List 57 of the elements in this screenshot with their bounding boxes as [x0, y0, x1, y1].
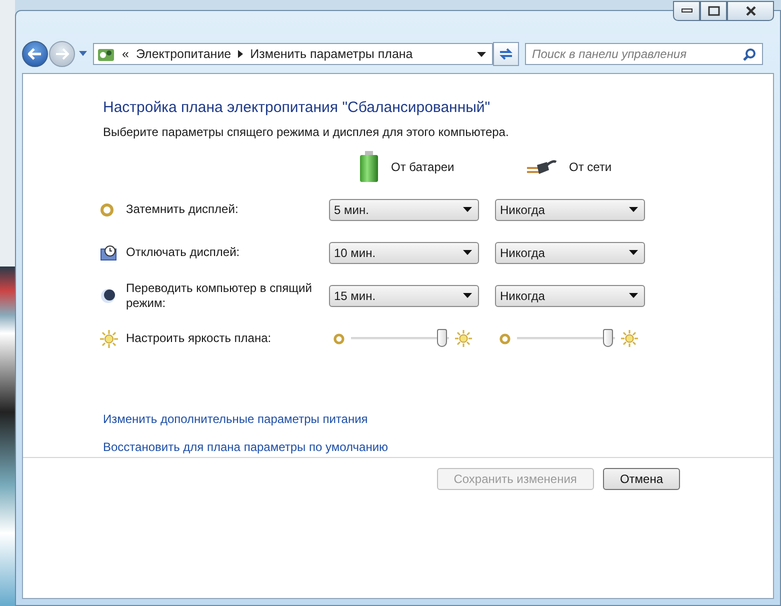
dropdown[interactable]: Никогда — [495, 284, 645, 306]
maximize-icon — [708, 6, 720, 16]
setting-label: Затемнить дисплей: — [126, 202, 238, 217]
page-subtitle: Выберите параметры спящего режима и дисплея для этого компьютера. — [103, 125, 510, 139]
dropdown-caret-icon — [463, 207, 472, 212]
dim-icon — [499, 332, 511, 344]
dropdown-caret-icon — [629, 207, 638, 212]
brightness-slider[interactable] — [517, 328, 615, 350]
moon-icon — [100, 288, 118, 304]
dropdown[interactable]: Никогда — [495, 198, 645, 220]
page-heading: Настройка плана электропитания "Сбалансированный" — [103, 99, 492, 116]
minimize-button[interactable] — [673, 1, 700, 21]
dropdown-caret-icon[interactable] — [477, 52, 486, 56]
link[interactable]: Изменить дополнительные параметры питания — [103, 412, 368, 426]
sun-icon — [455, 330, 472, 347]
breadcrumb-item[interactable]: Изменить параметры плана — [250, 47, 413, 61]
address-bar[interactable]: « Электропитание Изменить параметры плана — [93, 43, 493, 65]
search-icon — [743, 48, 756, 61]
dropdown-caret-icon — [463, 293, 472, 298]
dropdown[interactable]: 10 мин. — [329, 242, 479, 264]
battery-icon — [359, 150, 379, 182]
back-arrow-icon — [28, 48, 42, 60]
dialog-button[interactable]: Отмена — [602, 468, 680, 490]
link[interactable]: Восстановить для плана параметры по умолчанию — [103, 440, 388, 454]
dropdown[interactable]: 5 мин. — [329, 198, 479, 220]
setting-label: Настроить яркость плана: — [126, 331, 272, 346]
search-field[interactable]: Поиск в панели управления — [525, 43, 763, 65]
dropdown[interactable]: 15 мин. — [329, 284, 479, 306]
chevron-icon[interactable] — [238, 50, 244, 58]
column-label: От сети — [569, 160, 612, 174]
maximize-button[interactable] — [700, 1, 727, 21]
dropdown-caret-icon — [463, 250, 472, 255]
dropdown-caret-icon — [629, 250, 638, 255]
sun-icon — [100, 330, 118, 348]
slider-thumb[interactable] — [437, 328, 448, 346]
refresh-icon — [498, 47, 514, 61]
setting-label: Отключать дисплей: — [126, 245, 240, 260]
dim-icon — [333, 332, 345, 344]
dropdown-caret-icon — [629, 293, 638, 298]
refresh-button[interactable] — [493, 42, 519, 66]
close-button[interactable] — [727, 1, 774, 21]
power-plug-icon — [525, 158, 557, 176]
brightness-slider[interactable] — [351, 328, 449, 350]
back-button[interactable] — [22, 41, 48, 67]
history-caret-icon[interactable] — [79, 51, 87, 57]
close-icon — [744, 6, 756, 16]
control-panel-icon — [97, 46, 115, 62]
setting-label: Переводить компьютер в спящий режим: — [126, 280, 313, 310]
column-label: От батареи — [391, 160, 454, 174]
breadcrumb-item[interactable]: Электропитание — [136, 47, 232, 61]
slider-thumb[interactable] — [603, 328, 614, 346]
forward-arrow-icon — [55, 48, 69, 60]
dropdown[interactable]: Никогда — [495, 242, 645, 264]
minimize-icon — [680, 8, 692, 14]
monitor-clock-icon — [100, 244, 118, 260]
breadcrumb-prefix[interactable]: « — [122, 47, 129, 61]
sun-icon — [621, 330, 638, 347]
